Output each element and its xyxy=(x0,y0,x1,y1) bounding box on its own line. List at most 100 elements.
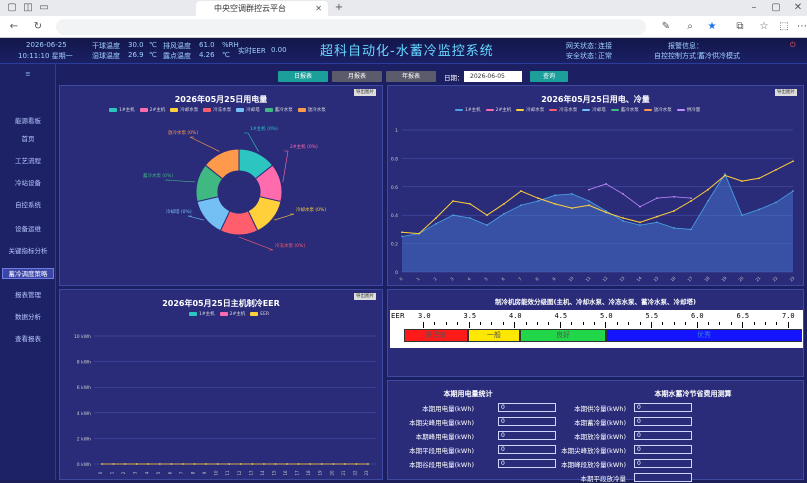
data-point[interactable] xyxy=(101,463,103,465)
data-point[interactable] xyxy=(792,190,794,192)
legend-swatch[interactable] xyxy=(549,108,558,111)
data-point[interactable] xyxy=(228,463,231,465)
legend-swatch[interactable] xyxy=(643,108,652,111)
split-screen-icon[interactable]: ⧉ xyxy=(734,21,746,33)
data-point[interactable] xyxy=(758,208,760,211)
data-point[interactable] xyxy=(622,217,624,219)
data-point[interactable] xyxy=(792,160,794,163)
read-aloud-icon[interactable]: ✎ xyxy=(660,21,672,33)
data-point[interactable] xyxy=(588,200,590,202)
data-point[interactable] xyxy=(239,463,242,465)
data-point[interactable] xyxy=(182,463,184,465)
data-point[interactable] xyxy=(622,219,624,222)
data-point[interactable] xyxy=(775,201,777,204)
data-point[interactable] xyxy=(775,168,777,171)
sidebar-item[interactable]: 查看报表 xyxy=(2,334,54,345)
browser-tab[interactable]: 中央空调群控云平台 ✕ xyxy=(196,1,328,16)
sidebar-item[interactable]: 工艺流程 xyxy=(2,156,54,167)
data-point[interactable] xyxy=(605,211,607,214)
data-point[interactable] xyxy=(297,463,300,465)
maximize-icon[interactable]: ▢ xyxy=(770,2,782,14)
data-point[interactable] xyxy=(520,190,522,192)
data-point[interactable] xyxy=(320,463,323,465)
favorites-icon[interactable]: ☆ xyxy=(758,21,770,33)
data-point[interactable] xyxy=(251,463,254,465)
data-point[interactable] xyxy=(588,188,590,191)
line-export-button[interactable]: 导出图片 xyxy=(775,89,797,96)
new-tab-icon[interactable]: + xyxy=(333,2,345,14)
sidebar-item[interactable]: 首页 xyxy=(2,134,54,145)
legend-swatch[interactable] xyxy=(170,107,179,112)
data-point[interactable] xyxy=(673,195,675,198)
data-point[interactable] xyxy=(503,202,505,205)
sidebar-item[interactable]: 设备运维 xyxy=(2,224,54,235)
data-point[interactable] xyxy=(367,463,369,465)
data-point[interactable] xyxy=(537,200,539,202)
data-point[interactable] xyxy=(401,231,403,234)
data-point[interactable] xyxy=(112,463,115,465)
legend-swatch[interactable] xyxy=(236,107,245,112)
tab-list-icon[interactable]: ▭ xyxy=(38,2,50,14)
logout-icon[interactable]: ⏻ xyxy=(790,41,796,50)
data-point[interactable] xyxy=(193,463,196,465)
data-point[interactable] xyxy=(690,197,692,200)
data-point[interactable] xyxy=(469,217,471,219)
data-point[interactable] xyxy=(158,463,161,465)
daily-report-button[interactable]: 日报表 xyxy=(278,71,328,82)
data-point[interactable] xyxy=(741,180,743,183)
data-point[interactable] xyxy=(503,212,505,215)
sidebar-item[interactable]: 冷站设备 xyxy=(2,178,54,189)
data-point[interactable] xyxy=(639,205,641,208)
sidebar-item[interactable]: 自控系统 xyxy=(2,200,54,211)
data-point[interactable] xyxy=(656,221,658,224)
pie-export-button[interactable]: 导出图片 xyxy=(354,89,376,96)
close-icon[interactable]: ✕ xyxy=(315,1,322,16)
data-point[interactable] xyxy=(554,194,556,197)
data-point[interactable] xyxy=(673,227,675,229)
data-point[interactable] xyxy=(639,224,641,227)
data-point[interactable] xyxy=(435,217,437,219)
data-point[interactable] xyxy=(656,215,658,218)
data-point[interactable] xyxy=(170,463,173,465)
legend-swatch[interactable] xyxy=(610,108,619,111)
legend-swatch[interactable] xyxy=(455,108,463,111)
legend-swatch[interactable] xyxy=(250,311,259,316)
url-input[interactable] xyxy=(56,19,646,35)
legend-swatch[interactable] xyxy=(582,108,591,111)
minimize-icon[interactable]: – xyxy=(748,2,760,14)
data-point[interactable] xyxy=(274,463,277,465)
menu-toggle-icon[interactable]: ≡ xyxy=(2,70,54,78)
data-point[interactable] xyxy=(469,202,471,205)
data-point[interactable] xyxy=(656,197,658,200)
data-point[interactable] xyxy=(486,224,488,227)
window-close-icon[interactable]: ✕ xyxy=(792,2,804,14)
yearly-report-button[interactable]: 年报表 xyxy=(386,71,436,82)
workspaces-icon[interactable]: ◫ xyxy=(22,2,34,14)
data-point[interactable] xyxy=(309,463,312,465)
data-point[interactable] xyxy=(554,202,556,205)
extensions-icon[interactable]: ⬚ xyxy=(778,21,790,33)
data-point[interactable] xyxy=(690,200,692,202)
data-point[interactable] xyxy=(401,235,403,238)
data-point[interactable] xyxy=(588,204,590,207)
data-point[interactable] xyxy=(452,214,454,217)
data-point[interactable] xyxy=(724,174,726,177)
back-icon[interactable]: ← xyxy=(8,21,20,33)
data-point[interactable] xyxy=(537,197,539,200)
data-point[interactable] xyxy=(147,463,150,465)
data-point[interactable] xyxy=(135,463,138,465)
data-point[interactable] xyxy=(707,200,709,202)
legend-swatch[interactable] xyxy=(297,107,306,112)
data-point[interactable] xyxy=(673,210,675,212)
sidebar-item[interactable]: 蓄冷调度策略 xyxy=(2,268,54,279)
data-point[interactable] xyxy=(520,204,522,207)
data-point[interactable] xyxy=(418,232,420,235)
data-point[interactable] xyxy=(707,188,709,191)
legend-swatch[interactable] xyxy=(203,107,212,112)
data-point[interactable] xyxy=(216,463,219,465)
data-point[interactable] xyxy=(741,214,743,217)
sidebar-item[interactable]: 关键指标分析 xyxy=(2,246,54,257)
data-point[interactable] xyxy=(435,222,437,225)
legend-swatch[interactable] xyxy=(485,108,494,111)
data-point[interactable] xyxy=(286,463,288,465)
